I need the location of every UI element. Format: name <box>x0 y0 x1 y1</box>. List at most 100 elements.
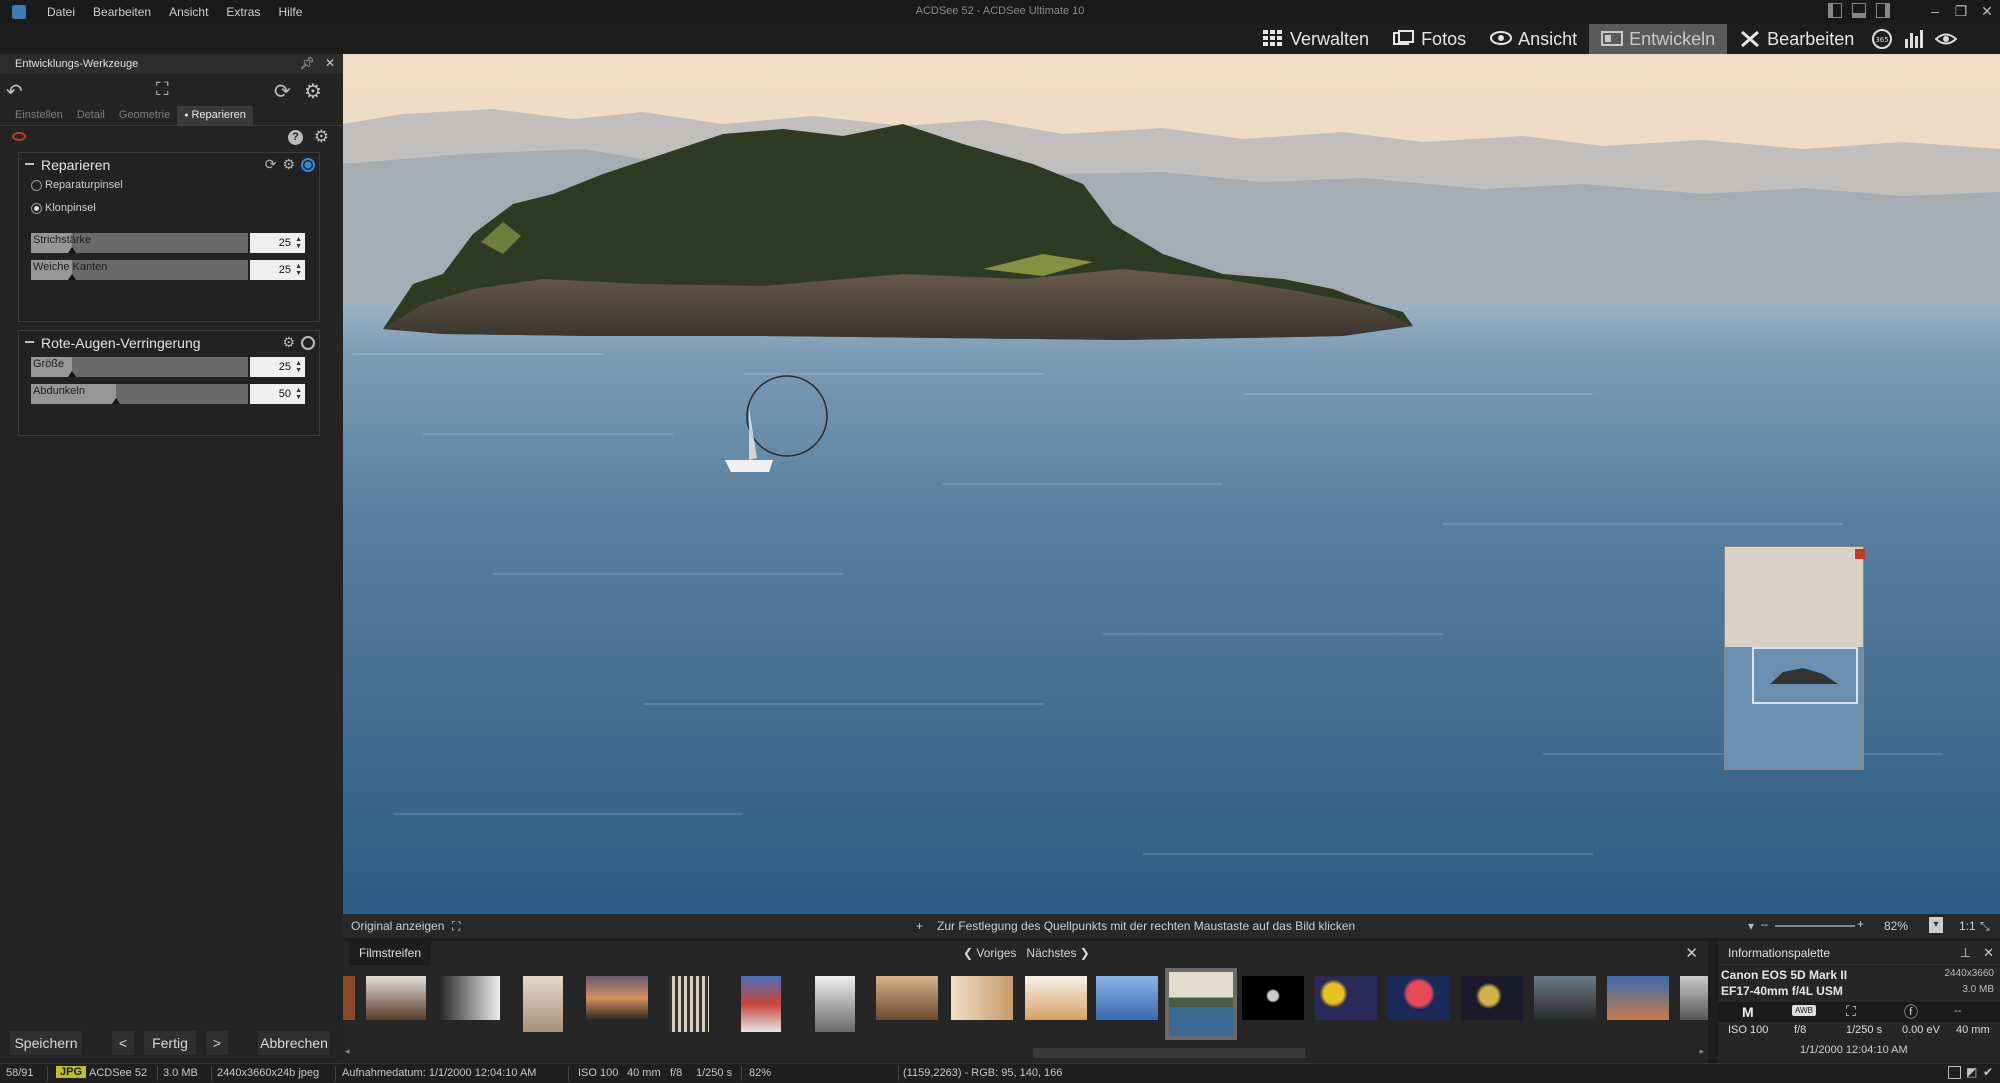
thumbnail[interactable] <box>438 976 500 1020</box>
thumbnail[interactable] <box>1315 976 1377 1020</box>
radio-reparaturpinsel[interactable] <box>31 180 42 191</box>
thumbnail[interactable] <box>1461 976 1523 1020</box>
spinner-icon[interactable]: ▲ ▼ <box>295 263 302 277</box>
slider-weiche-kanten[interactable]: Weiche Kanten 25 ▲ ▼ <box>31 260 305 280</box>
value-field[interactable]: 25 ▲ ▼ <box>250 233 305 253</box>
thumbnail[interactable] <box>876 976 938 1020</box>
value-field[interactable]: 50 ▲ ▼ <box>250 384 305 404</box>
slider-track[interactable]: Weiche Kanten <box>31 260 248 280</box>
radio-klonpinsel[interactable] <box>31 203 42 214</box>
enable-toggle[interactable] <box>301 157 315 172</box>
help-icon[interactable]: ? <box>288 130 303 145</box>
thumbnail[interactable] <box>669 976 709 1032</box>
filmstrip-scrollbar[interactable]: ◂ ▸ <box>343 1045 1708 1061</box>
compare-icon[interactable]: ◩ <box>1966 1065 1977 1079</box>
repair-group-header[interactable]: Reparieren ⟳ ⚙ <box>19 153 319 175</box>
info-close-icon[interactable]: ✕ <box>1983 945 1994 961</box>
mode-verwalten[interactable]: Verwalten <box>1250 24 1381 54</box>
option-reparaturpinsel[interactable]: Reparaturpinsel <box>19 175 319 198</box>
slider-groesse[interactable]: Größe 25 ▲ ▼ <box>31 357 305 377</box>
slider-track[interactable]: Größe <box>31 357 248 377</box>
fit-icon[interactable]: ⤡ <box>1980 919 1990 934</box>
thumbnail[interactable] <box>741 976 781 1032</box>
enable-toggle[interactable] <box>301 335 315 350</box>
zoom-dropdown[interactable]: ▾ <box>1929 917 1943 933</box>
layout-bottom-icon[interactable] <box>1852 3 1866 18</box>
image-viewer[interactable] <box>343 54 2000 914</box>
scroll-right-icon[interactable]: ▸ <box>1699 1046 1704 1057</box>
reset-icon[interactable]: ⟳ <box>274 79 291 104</box>
collapse-icon[interactable] <box>25 341 34 343</box>
layout-left-icon[interactable] <box>1828 3 1842 18</box>
thumbnail[interactable] <box>815 976 855 1032</box>
cancel-button[interactable]: Abbrechen <box>258 1031 330 1055</box>
tab-detail[interactable]: Detail <box>70 106 112 125</box>
redeye-group-header[interactable]: Rote-Augen-Verringerung ⚙ <box>19 331 319 353</box>
slider-abdunkeln[interactable]: Abdunkeln 50 ▲ ▼ <box>31 384 305 404</box>
mode-bearbeiten[interactable]: Bearbeiten <box>1727 24 1866 54</box>
next-button[interactable]: > <box>206 1031 228 1055</box>
close-icon[interactable]: ✕ <box>1974 0 2000 24</box>
restore-icon[interactable]: ❐ <box>1948 0 1974 24</box>
slider-thumb[interactable] <box>68 274 77 280</box>
navigator-close-icon[interactable] <box>1855 549 1865 559</box>
red-eye-icon[interactable] <box>12 132 26 141</box>
reset-icon[interactable]: ⟳ <box>265 156 277 173</box>
thumbnail[interactable] <box>366 976 426 1020</box>
value-field[interactable]: 25 ▲ ▼ <box>250 260 305 280</box>
gear-icon[interactable]: ⚙ <box>282 156 295 173</box>
gear-icon[interactable]: ⚙ <box>282 334 295 351</box>
thumbnail-selected[interactable] <box>1165 968 1237 1040</box>
settings-gear-icon[interactable]: ⚙ <box>304 79 322 104</box>
histogram-icon[interactable] <box>1898 24 1930 54</box>
slider-thumb[interactable] <box>111 398 120 404</box>
slider-track[interactable]: Abdunkeln <box>31 384 248 404</box>
slider-thumb[interactable] <box>68 247 77 253</box>
spinner-icon[interactable]: ▲ ▼ <box>295 236 302 250</box>
view-eye-icon[interactable] <box>1930 24 1962 54</box>
filmstrip-tab[interactable]: Filmstreifen <box>349 941 432 965</box>
pin-icon[interactable]: ⊥ <box>1960 945 1971 961</box>
mode-fotos[interactable]: Fotos <box>1381 24 1478 54</box>
thumbnail[interactable] <box>1025 976 1087 1020</box>
dropdown-arrow-icon[interactable]: ▾ <box>1748 919 1754 933</box>
thumbnail[interactable] <box>586 976 648 1020</box>
zoom-in-icon[interactable]: + <box>1857 917 1864 931</box>
scrollbar-thumb[interactable] <box>1033 1048 1305 1058</box>
thumbnail[interactable] <box>1388 976 1450 1020</box>
check-icon[interactable]: ✔ <box>1983 1065 1993 1079</box>
option-klonpinsel[interactable]: Klonpinsel <box>19 198 319 221</box>
spinner-icon[interactable]: ▲ ▼ <box>295 360 302 374</box>
thumbnail[interactable] <box>1607 976 1669 1020</box>
spinner-icon[interactable]: ▲ ▼ <box>295 387 302 401</box>
thumbnail[interactable] <box>951 976 1013 1020</box>
ultimate-365-icon[interactable]: 365 <box>1866 24 1898 54</box>
value-field[interactable]: 25 ▲ ▼ <box>250 357 305 377</box>
thumbnail[interactable] <box>523 976 563 1032</box>
previous-button[interactable]: < <box>112 1031 134 1055</box>
thumbnail[interactable] <box>1242 976 1304 1020</box>
mode-ansicht[interactable]: Ansicht <box>1478 24 1589 54</box>
zoom-slider[interactable] <box>1775 925 1855 927</box>
thumbnail[interactable] <box>1096 976 1158 1020</box>
view-mode-icon[interactable] <box>1948 1066 1961 1079</box>
tab-einstellen[interactable]: Einstellen <box>8 106 70 125</box>
layout-right-icon[interactable] <box>1876 3 1890 18</box>
show-original-button[interactable]: Original anzeigen <box>351 919 444 933</box>
one-to-one-button[interactable]: 1:1 <box>1959 919 1976 933</box>
previous-button[interactable]: ❮ Voriges <box>963 946 1016 960</box>
minimize-icon[interactable]: – <box>1922 0 1948 24</box>
undo-icon[interactable]: ↶ <box>6 79 23 104</box>
next-button[interactable]: Nächstes ❯ <box>1026 946 1089 960</box>
slider-track[interactable]: Strichstärke <box>31 233 248 253</box>
pin-icon[interactable]: 📌︎ <box>300 56 315 70</box>
thumbnail[interactable] <box>1680 976 1708 1020</box>
focus-icon[interactable]: ⛶ <box>156 79 169 100</box>
done-button[interactable]: Fertig <box>144 1031 196 1055</box>
tab-reparieren[interactable]: ● Reparieren <box>177 106 253 125</box>
collapse-icon[interactable] <box>25 163 34 165</box>
slider-strichstaerke[interactable]: Strichstärke 25 ▲ ▼ <box>31 233 305 253</box>
filmstrip-close-icon[interactable]: ✕ <box>1685 944 1698 962</box>
mode-entwickeln[interactable]: Entwickeln <box>1589 24 1728 54</box>
thumbnail[interactable] <box>343 976 355 1020</box>
